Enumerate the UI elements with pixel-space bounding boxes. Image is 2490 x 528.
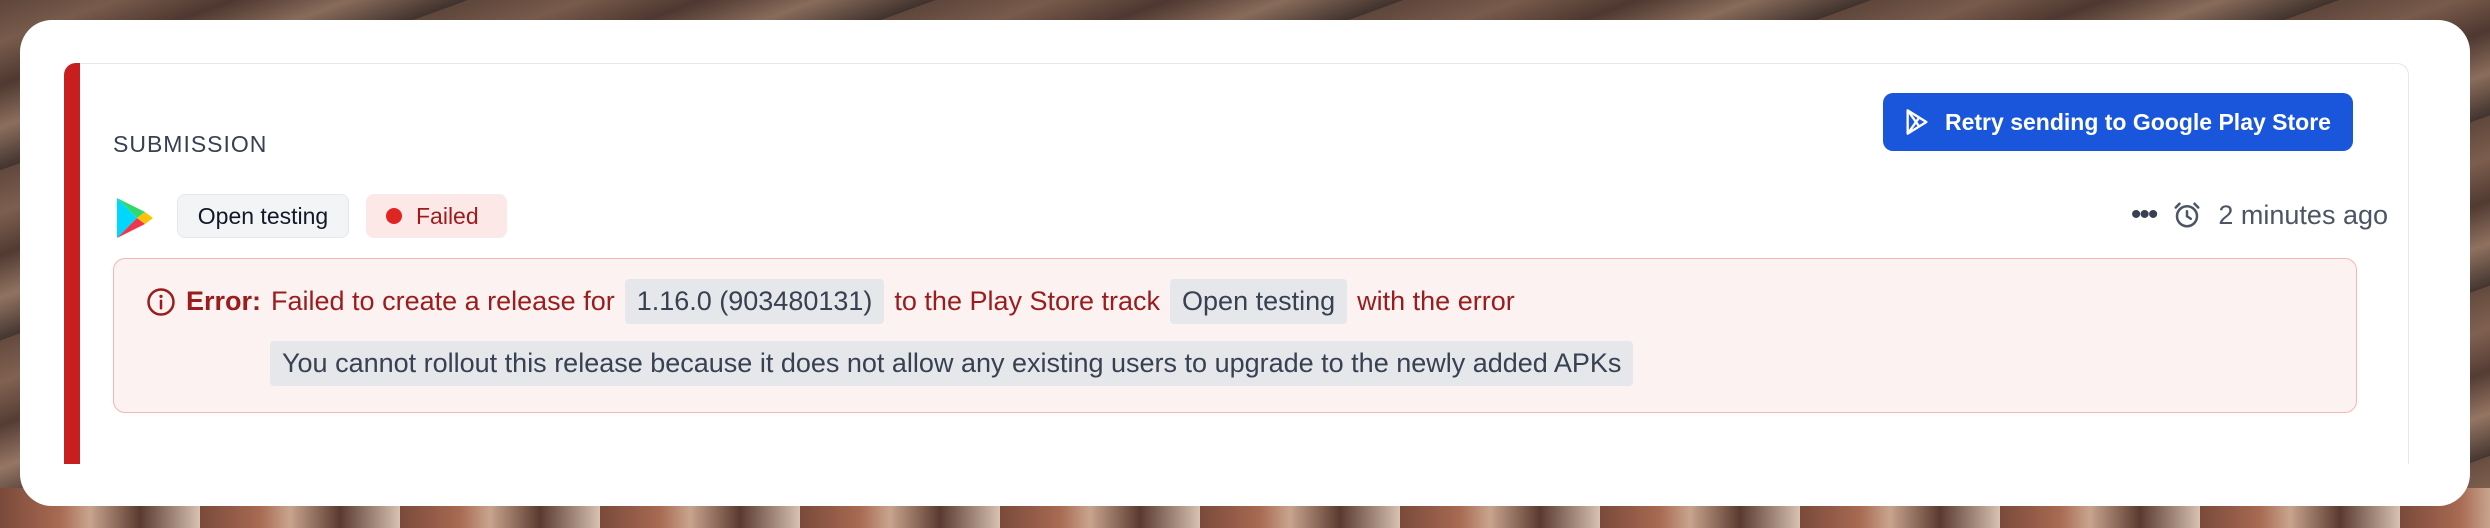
error-text-1: Failed to create a release for — [271, 286, 615, 316]
status-badge: Failed — [366, 194, 507, 238]
google-play-icon — [117, 198, 153, 238]
retry-play-store-button[interactable]: Retry sending to Google Play Store — [1883, 93, 2353, 151]
track-code: Open testing — [1170, 279, 1348, 324]
error-message-row: You cannot rollout this release because … — [270, 341, 1634, 386]
error-summary: Error: Failed to create a release for 1.… — [146, 279, 1515, 324]
version-code: 1.16.0 (903480131) — [624, 279, 885, 324]
section-title: SUBMISSION — [113, 131, 268, 157]
error-text-3: with the error — [1357, 286, 1515, 316]
status-label: Failed — [416, 202, 479, 229]
submission-meta: ••• 2 minutes ago — [2131, 198, 2388, 232]
info-circle-icon — [147, 287, 175, 316]
error-accent-bar — [64, 63, 80, 464]
retry-button-label: Retry sending to Google Play Store — [1945, 108, 2331, 135]
google-play-icon — [1906, 109, 1928, 135]
error-prefix: Error: — [186, 286, 262, 316]
error-alert: Error: Failed to create a release for 1.… — [113, 258, 2357, 413]
status-dot — [386, 208, 402, 224]
track-tag: Open testing — [177, 194, 349, 238]
error-text-2: to the Play Store track — [894, 286, 1161, 316]
more-horizontal-icon[interactable]: ••• — [2131, 198, 2158, 232]
time-ago: 2 minutes ago — [2218, 199, 2388, 230]
error-message: You cannot rollout this release because … — [270, 341, 1634, 386]
alarm-clock-icon — [2174, 202, 2200, 228]
